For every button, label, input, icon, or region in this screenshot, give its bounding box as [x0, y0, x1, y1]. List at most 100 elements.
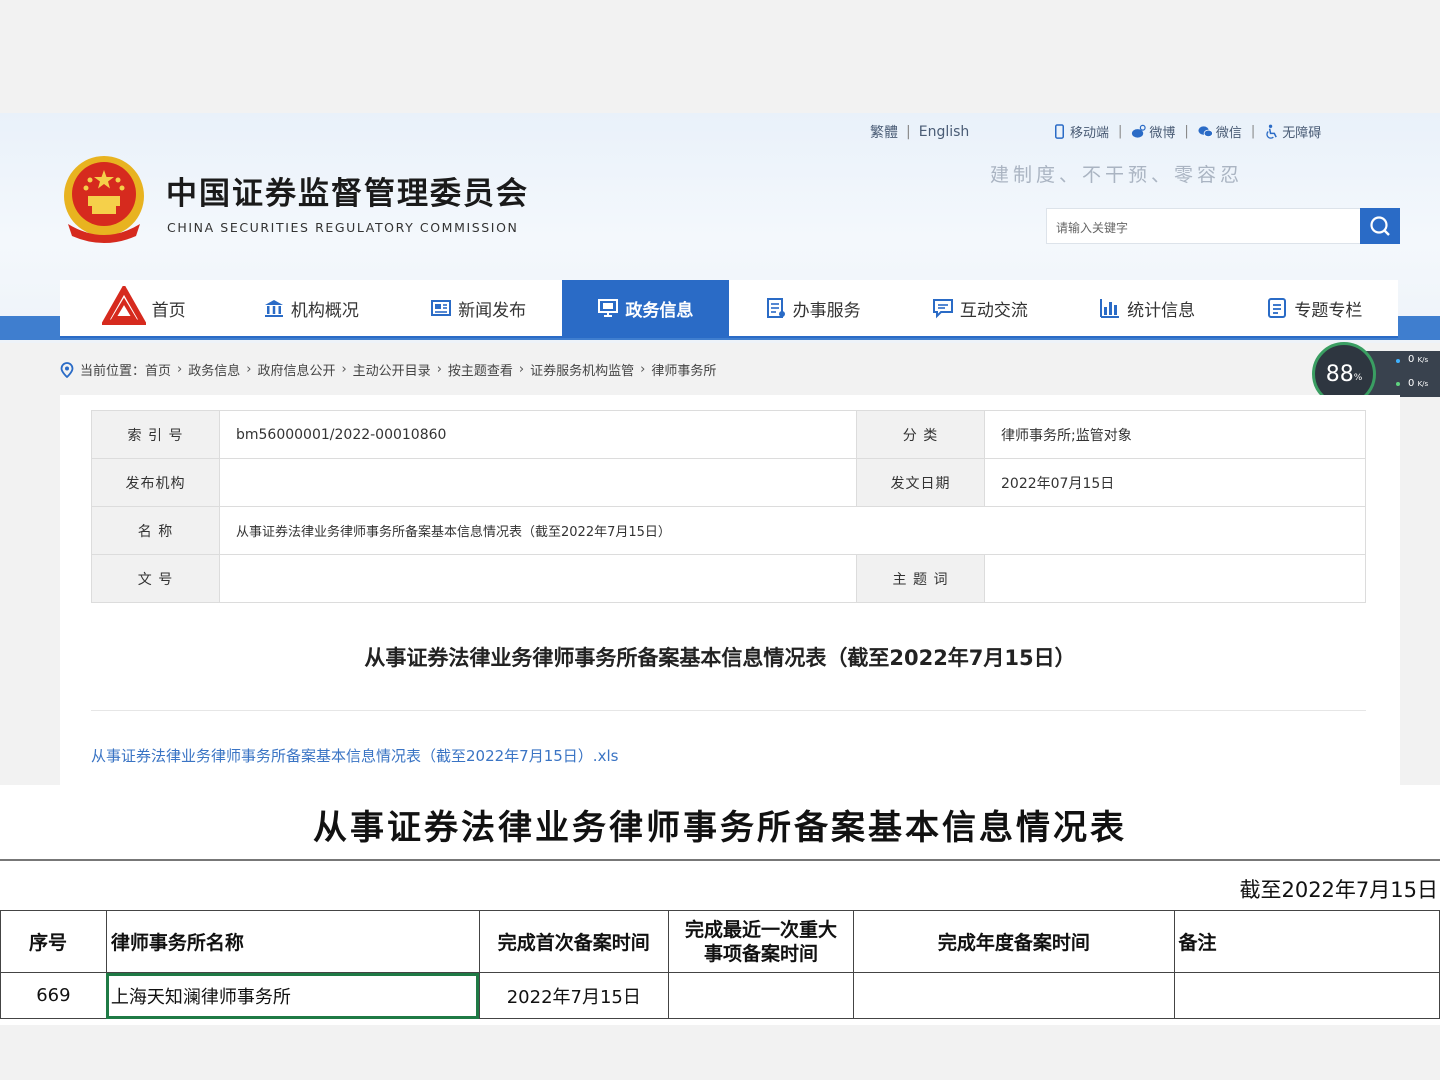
site-title[interactable]: 中国证券监督管理委员会: [166, 168, 529, 213]
nav-label: 办事服务: [792, 300, 861, 321]
chevron-right-icon: ›: [436, 362, 442, 377]
wechat-link[interactable]: 微信: [1198, 122, 1242, 141]
nav-item-gov-info[interactable]: 政务信息: [561, 280, 729, 336]
table-row: 发布机构 发文日期 2022年07月15日: [91, 458, 1366, 507]
chevron-right-icon: ›: [640, 362, 646, 377]
breadcrumb-item[interactable]: 按主题查看: [448, 360, 513, 379]
document-meta-table: 索 引 号 bm56000001/2022-00010860 分 类 律师事务所…: [91, 410, 1366, 603]
table-cell[interactable]: [667, 972, 855, 1019]
table-cell-selected[interactable]: 上海天知澜律师事务所: [105, 972, 480, 1019]
breadcrumb-item[interactable]: 律师事务所: [651, 360, 716, 379]
download-dot-icon: [1396, 382, 1400, 386]
nav-label: 新闻发布: [458, 300, 527, 321]
slogan: 建制度、不干预、零容忍: [990, 164, 1244, 186]
download-rate: 0 K/s: [1408, 378, 1429, 389]
divider: |: [1184, 124, 1189, 139]
list-icon: [1268, 298, 1287, 318]
nav-item-home[interactable]: 首页: [60, 280, 227, 336]
nav-item-about[interactable]: 机构概况: [227, 280, 394, 336]
csrc-logo-icon: [101, 286, 146, 326]
divider: |: [1250, 124, 1256, 139]
main-nav: 首页 机构概况 新闻发布 政务信息 办事服务 互动交流 统计信息 专题专栏: [60, 280, 1398, 338]
divider: [0, 859, 1440, 861]
table-row: 文 号 主 题 词: [91, 554, 1366, 603]
nav-label: 首页: [151, 300, 186, 321]
search-input[interactable]: 请输入关键字: [1046, 208, 1361, 244]
column-header: 完成年度备案时间: [853, 910, 1175, 973]
search-icon: [1370, 216, 1390, 236]
traditional-chinese-link[interactable]: 繁體: [870, 122, 898, 142]
breadcrumb-prefix: 当前位置：: [80, 364, 146, 379]
accessibility-icon: [1266, 124, 1278, 139]
meta-value: 律师事务所;监管对象: [984, 410, 1366, 459]
wechat-label: 微信: [1215, 126, 1242, 141]
column-header: 完成首次备案时间: [478, 910, 669, 973]
language-links: 繁體 | English: [870, 122, 969, 142]
chevron-right-icon: ›: [246, 362, 252, 377]
speed-percent-unit: %: [1353, 373, 1363, 383]
meta-value: bm56000001/2022-00010860: [219, 410, 857, 459]
meta-label: 主 题 词: [856, 554, 985, 603]
weibo-label: 微博: [1149, 126, 1176, 141]
search-button[interactable]: [1360, 208, 1400, 244]
table-cell[interactable]: [853, 972, 1175, 1019]
breadcrumb-item[interactable]: 政务信息: [188, 360, 240, 379]
breadcrumb-item[interactable]: 主动公开目录: [353, 360, 431, 379]
meta-value: 从事证券法律业务律师事务所备案基本信息情况表（截至2022年7月15日）: [219, 506, 1366, 555]
upload-dot-icon: [1396, 359, 1400, 363]
location-pin-icon: [60, 361, 74, 378]
chevron-right-icon: ›: [518, 362, 525, 377]
site-subtitle: CHINA SECURITIES REGULATORY COMMISSION: [167, 220, 519, 235]
english-link[interactable]: English: [919, 124, 970, 140]
meta-label: 分 类: [856, 410, 985, 459]
nav-label: 机构概况: [290, 300, 359, 321]
nav-item-interaction[interactable]: 互动交流: [896, 280, 1063, 336]
breadcrumb-item[interactable]: 首页: [145, 360, 171, 379]
accessibility-link[interactable]: 无障碍: [1264, 122, 1321, 141]
spreadsheet-title: 从事证券法律业务律师事务所备案基本信息情况表: [313, 808, 1127, 848]
meta-label: 名 称: [91, 506, 220, 555]
table-row: 669 上海天知澜律师事务所 2022年7月15日: [0, 972, 1440, 1019]
divider: [91, 710, 1366, 711]
meta-label: 发文日期: [856, 458, 985, 507]
nav-item-news[interactable]: 新闻发布: [395, 280, 562, 336]
bar-chart-icon: [1100, 299, 1120, 318]
platform-links: 移动端 | 微博 | 微信 | 无障碍: [1052, 122, 1321, 141]
divider: |: [906, 124, 911, 140]
table-cell[interactable]: 2022年7月15日: [478, 972, 669, 1019]
monitor-icon: [598, 299, 619, 317]
mobile-icon: [1055, 124, 1064, 139]
nav-item-topics[interactable]: 专题专栏: [1231, 280, 1398, 336]
meta-label: 文 号: [91, 554, 220, 603]
accessibility-label: 无障碍: [1282, 126, 1322, 141]
nav-label: 统计信息: [1127, 300, 1196, 321]
chat-icon: [932, 299, 953, 319]
column-header: 序号: [0, 910, 107, 973]
bank-icon: [264, 300, 283, 317]
table-cell[interactable]: 669: [0, 972, 107, 1019]
wechat-icon: [1198, 126, 1213, 138]
breadcrumb-item[interactable]: 证券服务机构监管: [530, 360, 634, 379]
mobile-link[interactable]: 移动端: [1052, 122, 1109, 141]
nav-item-services[interactable]: 办事服务: [729, 280, 896, 336]
meta-value: [219, 554, 857, 603]
column-header: 备注: [1173, 910, 1440, 973]
table-header-row: 序号 律师事务所名称 完成首次备案时间 完成最近一次重大事项备案时间 完成年度备…: [0, 910, 1440, 973]
attachment-link[interactable]: 从事证券法律业务律师事务所备案基本信息情况表（截至2022年7月15日）.xls: [91, 745, 618, 766]
nav-label: 专题专栏: [1294, 300, 1363, 321]
table-cell[interactable]: [1173, 972, 1440, 1019]
nav-item-statistics[interactable]: 统计信息: [1064, 280, 1231, 336]
newspaper-icon: [431, 300, 452, 316]
breadcrumb-item[interactable]: 政府信息公开: [257, 360, 335, 379]
filing-table: 序号 律师事务所名称 完成首次备案时间 完成最近一次重大事项备案时间 完成年度备…: [0, 910, 1440, 1019]
weibo-link[interactable]: 微博: [1131, 122, 1175, 141]
meta-value: [219, 458, 857, 507]
document-icon: [766, 298, 785, 318]
nav-label: 互动交流: [959, 300, 1028, 321]
table-row: 索 引 号 bm56000001/2022-00010860 分 类 律师事务所…: [91, 410, 1366, 459]
table-row: 名 称 从事证券法律业务律师事务所备案基本信息情况表（截至2022年7月15日）: [91, 506, 1366, 555]
speed-percent: 88: [1325, 361, 1354, 387]
meta-value: [984, 554, 1366, 603]
weibo-icon: [1132, 124, 1147, 138]
meta-value: 2022年07月15日: [984, 458, 1366, 507]
